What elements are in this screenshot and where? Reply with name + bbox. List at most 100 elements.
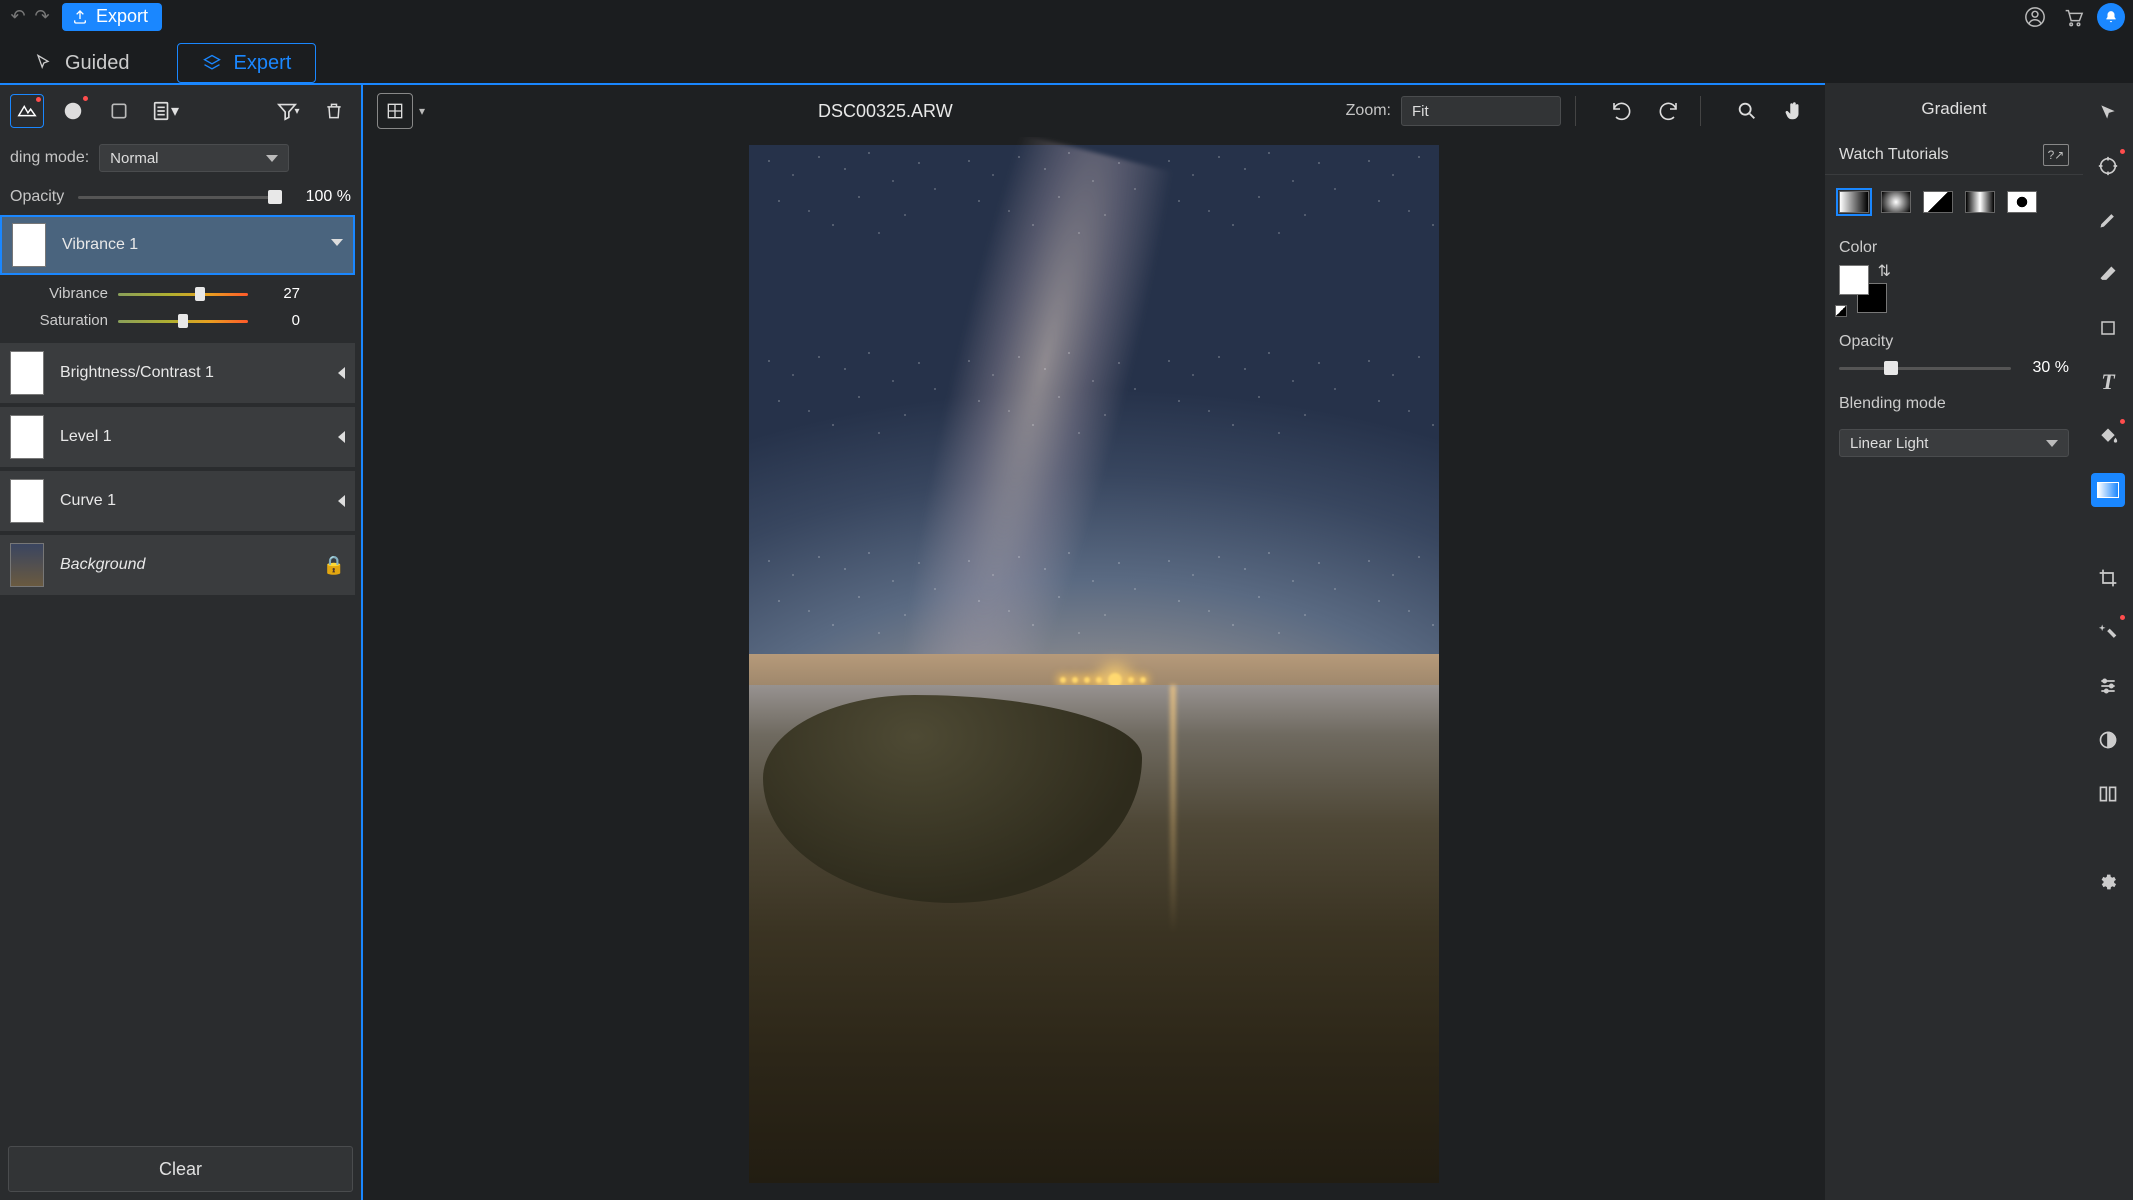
swap-colors-icon[interactable]: ⇅: [1878, 261, 1891, 281]
grid-menu-caret[interactable]: ▾: [419, 104, 425, 118]
blend-mode-label: ding mode:: [10, 149, 89, 167]
color-section: Color ⇅: [1825, 229, 2083, 323]
shape-tool-icon[interactable]: [2091, 311, 2125, 345]
layer-opacity-slider[interactable]: [78, 188, 275, 206]
rotate-left-icon[interactable]: [1604, 93, 1640, 129]
magic-tool-icon[interactable]: [2091, 615, 2125, 649]
sliders-tool-icon[interactable]: [2091, 669, 2125, 703]
mask-circle-icon[interactable]: [56, 94, 90, 128]
account-icon[interactable]: [2021, 3, 2049, 31]
hand-tool-icon[interactable]: [1775, 93, 1811, 129]
trash-icon[interactable]: [317, 94, 351, 128]
layer-vibrance[interactable]: Vibrance 1: [0, 215, 355, 275]
saturation-label: Saturation: [32, 312, 108, 329]
export-button[interactable]: Export: [62, 3, 162, 31]
rotate-right-icon[interactable]: [1650, 93, 1686, 129]
tab-expert[interactable]: Expert: [177, 43, 317, 83]
gradient-type-radial[interactable]: [1881, 191, 1911, 213]
gradient-type-reflected[interactable]: [1965, 191, 1995, 213]
adjustment-stack-icon[interactable]: [10, 94, 44, 128]
gradient-type-angle[interactable]: [1923, 191, 1953, 213]
foreground-color-swatch[interactable]: [1839, 265, 1869, 295]
compare-tool-icon[interactable]: [2091, 777, 2125, 811]
tab-guided[interactable]: Guided: [8, 43, 155, 83]
clear-button[interactable]: Clear: [8, 1146, 353, 1192]
layer-name: Brightness/Contrast 1: [60, 364, 322, 382]
layer-thumbnail: [12, 223, 46, 267]
main-area: ▾ ▾ ding mode: Normal Opacity 100 %: [0, 83, 2133, 1200]
blend-mode-select[interactable]: Normal: [99, 144, 289, 172]
selection-tool-icon[interactable]: [2091, 149, 2125, 183]
layer-thumbnail: [10, 415, 44, 459]
top-bar: ↶ ↷ Export: [0, 0, 2133, 33]
clear-label: Clear: [159, 1159, 202, 1180]
layer-name: Curve 1: [60, 492, 322, 510]
gradient-type-diamond[interactable]: [2007, 191, 2037, 213]
gradient-opacity-label: Opacity: [1839, 333, 1893, 350]
gradient-opacity-value: 30 %: [2021, 359, 2069, 377]
blend-mode-value: Normal: [110, 150, 158, 167]
undo-icon[interactable]: ↶: [8, 7, 28, 27]
zoom-label: Zoom:: [1346, 102, 1391, 120]
gradient-blend-value: Linear Light: [1850, 435, 1928, 452]
chevron-left-icon[interactable]: [338, 495, 345, 507]
gradient-opacity-slider[interactable]: [1839, 359, 2011, 377]
redo-icon[interactable]: ↷: [32, 7, 52, 27]
color-swatch[interactable]: ⇅: [1839, 265, 1887, 313]
chevron-left-icon[interactable]: [338, 367, 345, 379]
layer-level[interactable]: Level 1: [0, 407, 355, 467]
grid-icon[interactable]: [377, 93, 413, 129]
contrast-tool-icon[interactable]: [2091, 723, 2125, 757]
chevron-down-icon: [266, 155, 278, 162]
chevron-down-icon[interactable]: [331, 239, 343, 252]
layer-menu-icon[interactable]: ▾: [148, 94, 182, 128]
document-title: DSC00325.ARW: [439, 101, 1332, 122]
settings-tool-icon[interactable]: [2091, 865, 2125, 899]
opacity-label: Opacity: [10, 188, 64, 206]
vibrance-slider[interactable]: [118, 287, 248, 301]
eraser-tool-icon[interactable]: [2091, 257, 2125, 291]
vibrance-adjustments: Vibrance 27 Saturation 0: [0, 279, 355, 339]
canvas-viewport[interactable]: [363, 137, 1825, 1200]
undo-redo-group: ↶ ↷: [8, 7, 52, 27]
vibrance-label: Vibrance: [32, 285, 108, 302]
gradient-blend-select[interactable]: Linear Light: [1839, 429, 2069, 457]
tutorial-popup-icon[interactable]: ?↗: [2043, 144, 2069, 166]
zoom-tool-icon[interactable]: [1729, 93, 1765, 129]
mask-square-icon[interactable]: [102, 94, 136, 128]
layers-panel: ▾ ▾ ding mode: Normal Opacity 100 %: [0, 83, 363, 1200]
saturation-value: 0: [258, 312, 300, 329]
notifications-icon[interactable]: [2097, 3, 2125, 31]
lock-icon[interactable]: 🔒: [323, 555, 345, 576]
gradient-panel: Gradient Watch Tutorials ?↗ Color ⇅ Opac…: [1825, 83, 2083, 1200]
tab-expert-label: Expert: [234, 52, 292, 75]
zoom-value: Fit: [1412, 103, 1429, 120]
document-image: [749, 145, 1439, 1183]
layer-background[interactable]: Background 🔒: [0, 535, 355, 595]
cart-icon[interactable]: [2059, 3, 2087, 31]
text-tool-icon[interactable]: T: [2091, 365, 2125, 399]
layer-name: Level 1: [60, 428, 322, 446]
layer-opacity-row: Opacity 100 %: [0, 179, 361, 215]
layer-name: Background: [60, 556, 307, 574]
crop-tool-icon[interactable]: [2091, 561, 2125, 595]
move-tool-icon[interactable]: [2091, 95, 2125, 129]
layer-brightness-contrast[interactable]: Brightness/Contrast 1: [0, 343, 355, 403]
tool-strip: T: [2083, 83, 2133, 1200]
gradient-type-linear[interactable]: [1839, 191, 1869, 213]
layer-curve[interactable]: Curve 1: [0, 471, 355, 531]
gradient-tool-icon[interactable]: [2091, 473, 2125, 507]
filter-icon[interactable]: ▾: [271, 94, 305, 128]
saturation-slider[interactable]: [118, 314, 248, 328]
default-colors-icon[interactable]: [1835, 305, 1847, 317]
color-label: Color: [1839, 239, 1877, 256]
canvas-toolbar: ▾ DSC00325.ARW Zoom: Fit: [363, 85, 1825, 137]
brush-tool-icon[interactable]: [2091, 203, 2125, 237]
layer-thumbnail: [10, 351, 44, 395]
layer-opacity-value: 100 %: [289, 188, 351, 206]
fill-tool-icon[interactable]: [2091, 419, 2125, 453]
tab-guided-label: Guided: [65, 52, 130, 75]
watch-tutorials-row[interactable]: Watch Tutorials ?↗: [1825, 135, 2083, 175]
chevron-left-icon[interactable]: [338, 431, 345, 443]
zoom-select[interactable]: Fit: [1401, 96, 1561, 126]
